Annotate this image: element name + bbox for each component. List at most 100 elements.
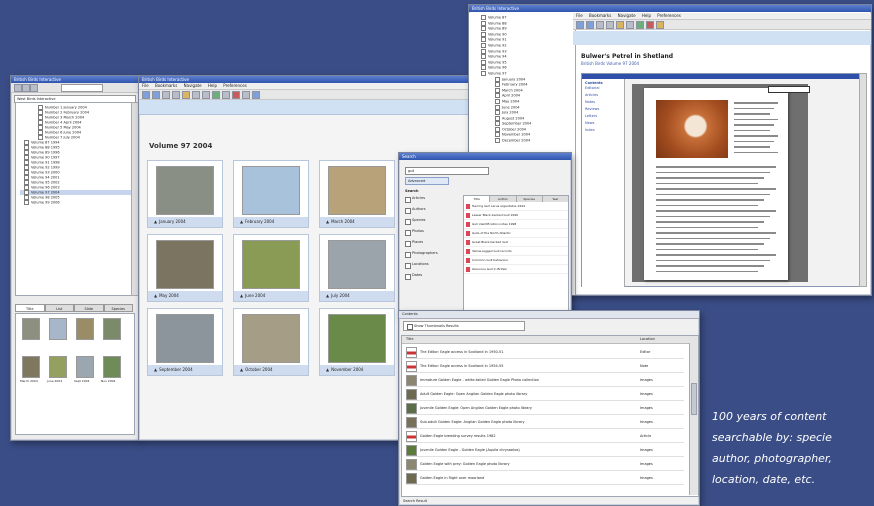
small-thumb[interactable] <box>76 356 94 378</box>
table-row[interactable]: The Editor: Eagle access in Scotland in … <box>406 346 684 359</box>
menu-help[interactable]: Help <box>208 83 217 88</box>
table-row[interactable]: Juvenile Golden Eagle - Golden Eagle (Aq… <box>406 444 684 457</box>
navigator-tab-2[interactable]: Slide <box>74 304 104 312</box>
option-checkbox[interactable] <box>405 230 411 236</box>
option-checkbox[interactable] <box>405 252 411 258</box>
forward-icon[interactable] <box>586 20 594 29</box>
option-checkbox[interactable] <box>405 208 411 214</box>
viewer-popup[interactable] <box>768 86 810 93</box>
navigator-tab-1[interactable]: List <box>44 304 74 312</box>
menu-navigate[interactable]: Navigate <box>184 83 202 88</box>
home-icon[interactable] <box>596 20 604 29</box>
article-sidebar-item[interactable]: News <box>582 120 624 127</box>
navigator-search-input[interactable] <box>61 84 103 92</box>
search-icon[interactable] <box>656 20 664 29</box>
small-thumb[interactable] <box>76 318 94 340</box>
print-icon[interactable] <box>606 20 614 29</box>
scrollbar-thumb[interactable] <box>691 383 697 415</box>
small-thumb[interactable] <box>103 356 121 378</box>
menu-preferences[interactable]: Preferences <box>657 13 681 18</box>
small-thumb[interactable] <box>49 356 67 378</box>
expand-icon[interactable] <box>495 126 500 132</box>
advanced-search-button[interactable]: Advanced <box>405 177 449 185</box>
volume-thumbnail[interactable]: November 2004 <box>319 308 395 376</box>
search-result-item[interactable]: Herring Gull Larus argentatus 1994 <box>464 202 568 211</box>
small-thumb[interactable] <box>22 356 40 378</box>
menu-file[interactable]: File <box>576 13 583 18</box>
option-checkbox[interactable] <box>405 197 411 203</box>
print-icon[interactable] <box>172 90 180 99</box>
expand-icon[interactable] <box>481 54 486 60</box>
contents-scrollbar[interactable] <box>689 343 698 495</box>
column-title[interactable]: Title <box>406 336 414 343</box>
column-location[interactable]: Location <box>640 336 655 343</box>
tree-item[interactable]: Volume 99 2006 <box>20 200 132 205</box>
search-result-item[interactable]: Gull identification notes 1998 <box>464 220 568 229</box>
list-icon[interactable] <box>222 90 230 99</box>
expand-icon[interactable] <box>495 76 500 82</box>
help-icon[interactable] <box>252 90 260 99</box>
search-result-item[interactable]: Yellow-legged Gull records <box>464 247 568 256</box>
table-row[interactable]: Juvenile Golden Eagle: Open Anglian Gold… <box>406 402 684 415</box>
option-checkbox[interactable] <box>405 274 411 280</box>
table-row[interactable]: Sub-adult Golden Eagle: Anglian Golden E… <box>406 416 684 429</box>
bookmark-icon[interactable] <box>646 20 654 29</box>
volume-thumbnail[interactable]: January 2004 <box>147 160 223 228</box>
expand-icon[interactable] <box>481 37 486 43</box>
search-input[interactable]: gull <box>405 167 489 175</box>
home-icon[interactable] <box>30 84 38 92</box>
menu-navigate[interactable]: Navigate <box>618 13 636 18</box>
expand-icon[interactable] <box>481 31 486 37</box>
expand-icon[interactable] <box>481 15 486 20</box>
menu-file[interactable]: File <box>142 83 149 88</box>
search-result-item[interactable]: Lesser Black-backed Gull 1996 <box>464 211 568 220</box>
home-icon[interactable] <box>162 90 170 99</box>
small-thumb[interactable] <box>22 318 40 340</box>
expand-icon[interactable] <box>495 132 500 138</box>
table-row[interactable]: Adult Golden Eagle: Open Anglian Golden … <box>406 388 684 401</box>
grid-icon[interactable] <box>636 20 644 29</box>
forward-icon[interactable] <box>152 90 160 99</box>
menu-preferences[interactable]: Preferences <box>223 83 247 88</box>
article-sidebar-item[interactable]: Editorial <box>582 85 624 92</box>
table-row[interactable]: Golden Eagle in flight over moorland Imag… <box>406 472 684 485</box>
table-row[interactable]: Immature Golden Eagle - white-tailed Gol… <box>406 374 684 387</box>
option-checkbox[interactable] <box>405 263 411 269</box>
expand-icon[interactable] <box>495 98 500 104</box>
expand-icon[interactable] <box>481 70 486 76</box>
expand-icon[interactable] <box>481 65 486 71</box>
volume-thumbnail[interactable]: September 2004 <box>147 308 223 376</box>
filter-checkbox[interactable] <box>407 324 413 330</box>
expand-icon[interactable] <box>495 115 500 121</box>
small-thumb[interactable] <box>49 318 67 340</box>
navigator-tab-3[interactable]: Species <box>103 304 133 312</box>
article-sidebar-item[interactable]: Index <box>582 127 624 134</box>
expand-icon[interactable] <box>481 48 486 54</box>
search-icon[interactable] <box>242 90 250 99</box>
back-icon[interactable] <box>576 20 584 29</box>
small-thumb[interactable] <box>103 318 121 340</box>
volume-thumbnail[interactable]: July 2004 <box>319 234 395 302</box>
expand-icon[interactable] <box>481 59 486 65</box>
back-icon[interactable] <box>142 90 150 99</box>
table-row[interactable]: The Editor: Eagle access in Scotland in … <box>406 360 684 373</box>
expand-icon[interactable] <box>481 20 486 26</box>
option-checkbox[interactable] <box>405 241 411 247</box>
search-result-item[interactable]: Gulls of the North Atlantic <box>464 229 568 238</box>
menu-help[interactable]: Help <box>642 13 651 18</box>
expand-icon[interactable] <box>481 42 486 48</box>
expand-icon[interactable] <box>24 200 29 205</box>
article-sidebar-item[interactable]: Notes <box>582 99 624 106</box>
navigator-tab-0[interactable]: Title <box>15 304 45 312</box>
expand-icon[interactable] <box>495 110 500 116</box>
results-tab-3[interactable]: Year <box>542 196 568 202</box>
expand-icon[interactable] <box>495 93 500 99</box>
zoom-icon[interactable] <box>626 20 634 29</box>
back-icon[interactable] <box>14 84 22 92</box>
folder-icon[interactable] <box>182 90 190 99</box>
article-scrollbar[interactable] <box>859 73 867 287</box>
search-result-item[interactable]: Great Black-backed Gull <box>464 238 568 247</box>
expand-icon[interactable] <box>495 138 500 144</box>
option-checkbox[interactable] <box>405 219 411 225</box>
bookmark-icon[interactable] <box>232 90 240 99</box>
